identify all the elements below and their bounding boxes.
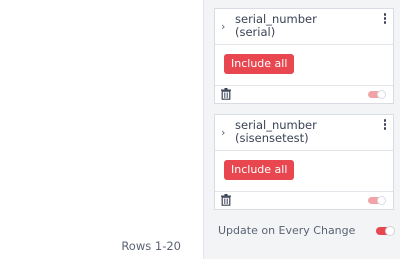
filters-panel: › serial_number (serial) Include all › s… (204, 0, 400, 259)
filter-card-header[interactable]: › serial_number (serial) (215, 9, 393, 45)
update-on-change-toggle[interactable] (376, 226, 395, 236)
chevron-right-icon[interactable]: › (221, 127, 225, 138)
include-all-button[interactable]: Include all (224, 160, 295, 180)
table-pane: Rows 1-20 (0, 0, 203, 259)
filter-card-body: Include all (215, 45, 393, 86)
chevron-right-icon[interactable]: › (221, 21, 225, 32)
kebab-menu-icon[interactable] (383, 119, 387, 132)
rows-range-label: Rows 1-20 (121, 239, 181, 253)
filter-title: serial_number (serial) (235, 13, 317, 39)
update-on-change-label: Update on Every Change (218, 224, 356, 237)
kebab-menu-icon[interactable] (383, 13, 387, 26)
include-all-button[interactable]: Include all (224, 54, 295, 74)
filter-title: serial_number (sisensetest) (235, 119, 317, 145)
trash-icon[interactable] (221, 194, 231, 206)
filter-card-body: Include all (215, 151, 393, 192)
filter-table-name: (serial) (235, 25, 276, 39)
filter-table-name: (sisensetest) (235, 131, 309, 145)
filter-card-footer (215, 192, 393, 209)
filter-card-header[interactable]: › serial_number (sisensetest) (215, 115, 393, 151)
filter-enable-toggle[interactable] (368, 90, 386, 99)
filter-card-serial: › serial_number (serial) Include all (214, 8, 394, 104)
update-on-change-row: Update on Every Change (218, 224, 395, 238)
filter-enable-toggle[interactable] (368, 196, 386, 205)
trash-icon[interactable] (221, 88, 231, 100)
filter-card-sisensetest: › serial_number (sisensetest) Include al… (214, 114, 394, 210)
filter-card-footer (215, 86, 393, 103)
